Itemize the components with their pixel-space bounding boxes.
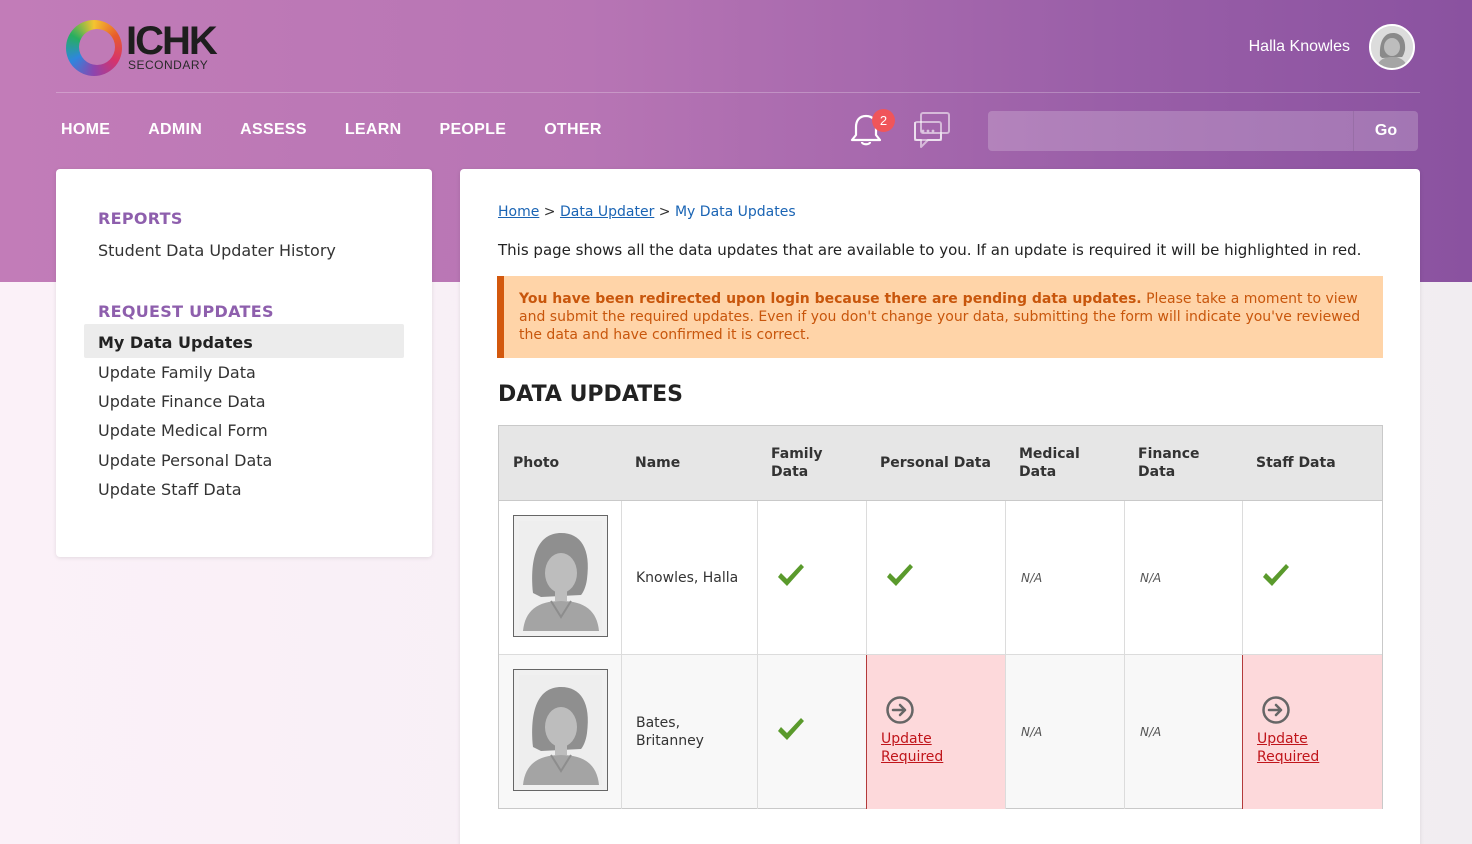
finance-na: N/A	[1140, 725, 1162, 739]
row-name-line1: Bates,	[636, 715, 681, 731]
breadcrumb-current: My Data Updates	[674, 204, 796, 220]
check-icon	[1263, 564, 1289, 586]
sidebar-link-update-finance[interactable]: Update Finance Data	[98, 392, 266, 411]
person-silhouette-icon	[523, 687, 599, 785]
school-logo[interactable]: ICHK SECONDARY	[66, 18, 236, 78]
staff-update-cell[interactable]: Update Required	[1242, 655, 1382, 809]
update-link-line2[interactable]: Required	[1257, 748, 1319, 766]
col-family-line1: Family	[771, 446, 823, 462]
breadcrumb-data-updater[interactable]: Data Updater	[560, 204, 654, 220]
table-header: Photo Name Family Data Personal Data Medi…	[499, 426, 1382, 500]
table-row: Bates,Britanney UpdateRequired N/A N/A	[499, 654, 1382, 809]
medical-na: N/A	[1021, 725, 1043, 739]
nav-learn[interactable]: LEARN	[345, 121, 402, 139]
staff-cell	[1242, 501, 1382, 655]
student-photo	[513, 669, 608, 791]
logo-subtitle: SECONDARY	[128, 58, 209, 72]
nav-assess[interactable]: ASSESS	[240, 121, 307, 139]
col-finance-line1: Finance	[1138, 446, 1200, 462]
medical-cell: N/A	[1005, 501, 1124, 655]
family-cell	[757, 501, 866, 655]
medical-cell: N/A	[1005, 655, 1124, 809]
sidebar: REPORTS Student Data Updater History REQ…	[56, 169, 432, 557]
sidebar-link-update-personal[interactable]: Update Personal Data	[98, 451, 272, 470]
page-intro: This page shows all the data updates tha…	[498, 241, 1362, 259]
nav-people[interactable]: PEOPLE	[439, 121, 506, 139]
table-row: Knowles, Halla N/A N/A	[499, 500, 1382, 655]
medical-na: N/A	[1021, 571, 1043, 585]
nav-admin[interactable]: ADMIN	[148, 121, 202, 139]
check-icon	[778, 564, 804, 586]
logo-ring-icon	[66, 20, 122, 76]
name-cell: Bates, Britanney	[621, 655, 757, 809]
main-nav: HOME ADMIN ASSESS LEARN PEOPLE OTHER	[61, 121, 602, 139]
staff-update-required-link[interactable]: Update Required	[1257, 730, 1319, 766]
request-updates-heading: REQUEST UPDATES	[98, 302, 274, 321]
sidebar-link-student-data-history[interactable]: Student Data Updater History	[98, 241, 336, 260]
family-cell	[757, 655, 866, 809]
alert-bold-text: You have been redirected upon login beca…	[519, 291, 1142, 307]
arrow-right-circle-icon[interactable]	[885, 695, 915, 725]
avatar-person-icon	[1371, 26, 1413, 68]
user-name[interactable]: Halla Knowles	[1249, 38, 1350, 56]
sidebar-link-my-data-updates[interactable]: My Data Updates	[98, 333, 253, 352]
search-input[interactable]	[988, 111, 1353, 151]
row-name: Knowles, Halla	[636, 569, 738, 587]
col-medical-line1: Medical	[1019, 446, 1080, 462]
col-medical-line2: Data	[1019, 464, 1057, 480]
header-divider	[56, 92, 1420, 93]
col-name: Name	[635, 455, 681, 471]
row-name-line1: Knowles, Halla	[636, 570, 739, 586]
sidebar-link-update-medical[interactable]: Update Medical Form	[98, 421, 268, 440]
col-photo: Photo	[513, 455, 560, 471]
student-photo	[513, 515, 608, 637]
col-family-line2: Data	[771, 464, 809, 480]
breadcrumb-separator: >	[658, 204, 671, 220]
main-panel: Home > Data Updater > My Data Updates Th…	[460, 169, 1420, 844]
row-name-line2: Britanney	[636, 733, 704, 749]
reports-heading: REPORTS	[98, 209, 183, 228]
finance-cell: N/A	[1124, 655, 1242, 809]
nav-other[interactable]: OTHER	[544, 121, 602, 139]
name-cell: Knowles, Halla	[621, 501, 757, 655]
check-icon	[778, 718, 804, 740]
person-silhouette-icon	[523, 533, 599, 631]
personal-cell	[866, 501, 1005, 655]
col-personal: Personal Data	[880, 455, 991, 471]
user-avatar[interactable]	[1369, 24, 1415, 70]
check-icon	[887, 564, 913, 586]
notification-badge: 2	[872, 109, 895, 132]
section-title: DATA UPDATES	[498, 382, 684, 407]
data-updates-table: Photo Name Family Data Personal Data Medi…	[498, 425, 1383, 809]
personal-update-cell[interactable]: Update Required	[866, 655, 1005, 809]
col-finance-line2: Data	[1138, 464, 1176, 480]
col-staff: Staff Data	[1256, 455, 1336, 471]
finance-cell: N/A	[1124, 501, 1242, 655]
update-link-line2[interactable]: Required	[881, 748, 943, 766]
col-finance: Finance Data	[1138, 445, 1200, 481]
sidebar-link-update-staff[interactable]: Update Staff Data	[98, 480, 242, 499]
sidebar-link-update-family[interactable]: Update Family Data	[98, 363, 256, 382]
go-button[interactable]: Go	[1353, 111, 1418, 151]
breadcrumb: Home > Data Updater > My Data Updates	[498, 204, 796, 220]
col-medical: Medical Data	[1019, 445, 1080, 481]
arrow-right-circle-icon[interactable]	[1261, 695, 1291, 725]
messages-icon[interactable]	[911, 110, 953, 150]
pending-updates-alert: You have been redirected upon login beca…	[497, 276, 1383, 358]
update-link-line1[interactable]: Update	[881, 730, 943, 748]
breadcrumb-separator: >	[543, 204, 556, 220]
update-link-line1[interactable]: Update	[1257, 730, 1319, 748]
breadcrumb-home[interactable]: Home	[498, 204, 539, 220]
col-family: Family Data	[771, 445, 823, 481]
finance-na: N/A	[1140, 571, 1162, 585]
nav-home[interactable]: HOME	[61, 121, 110, 139]
personal-update-required-link[interactable]: Update Required	[881, 730, 943, 766]
row-name: Bates, Britanney	[636, 714, 704, 750]
